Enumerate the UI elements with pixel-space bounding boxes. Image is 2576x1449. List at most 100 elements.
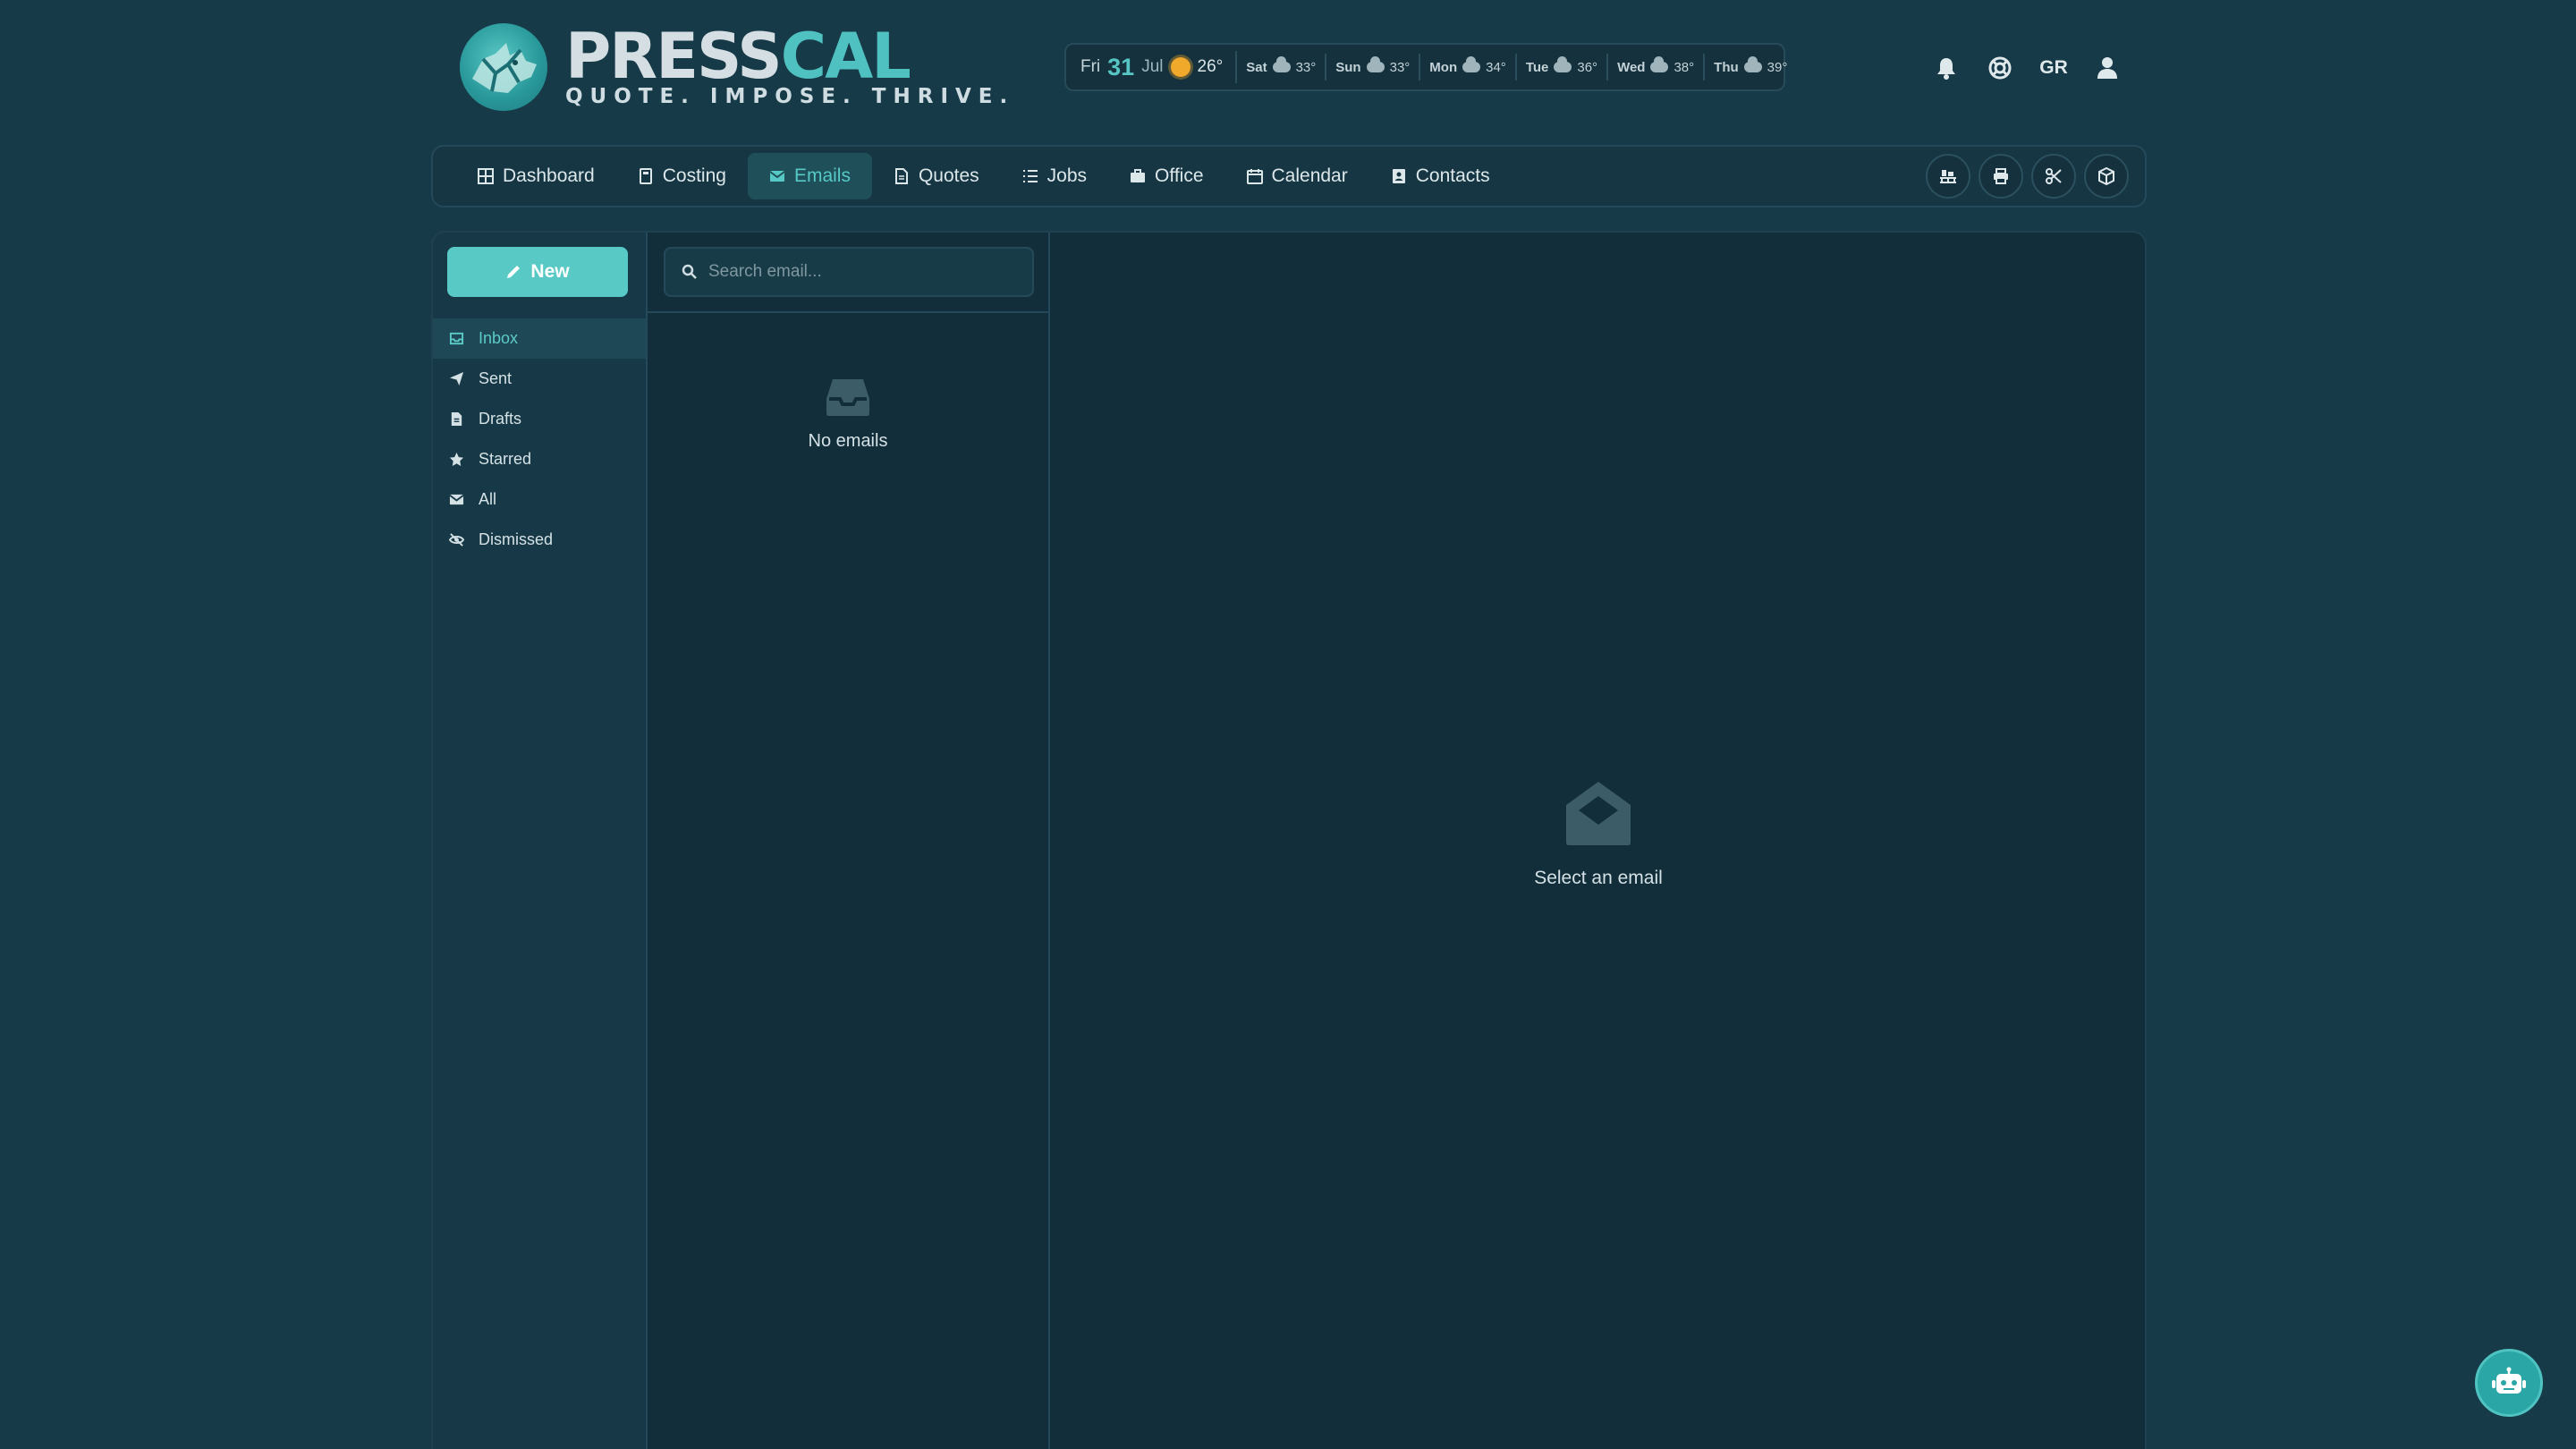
forecast-day-name: Thu bbox=[1714, 59, 1739, 75]
forecast-day-name: Mon bbox=[1429, 59, 1458, 75]
forecast-day-temp: 36° bbox=[1577, 59, 1598, 75]
folder-label: Sent bbox=[479, 369, 513, 387]
folder-drafts[interactable]: Drafts bbox=[433, 399, 646, 439]
nav-dashboard[interactable]: Dashboard bbox=[456, 153, 616, 199]
empty-list-text: No emails bbox=[808, 431, 888, 451]
nav-office[interactable]: Office bbox=[1108, 153, 1224, 199]
forecast-day-name: Sat bbox=[1246, 59, 1267, 75]
inbox-tray-icon bbox=[826, 379, 869, 416]
forecast-day-name: Wed bbox=[1617, 59, 1646, 75]
folder-sent[interactable]: Sent bbox=[433, 359, 646, 399]
inbox-icon bbox=[449, 332, 464, 345]
forecast-day: Sat 33° bbox=[1237, 54, 1327, 80]
header-actions: GR bbox=[1919, 47, 2134, 89]
search-icon bbox=[682, 264, 697, 279]
box-icon[interactable] bbox=[2084, 154, 2129, 199]
cloud-icon bbox=[1272, 56, 1291, 72]
empty-reader-state: Select an email bbox=[1052, 780, 2145, 889]
email-panel: New Inbox Sent Drafts Starred All Dismis… bbox=[431, 231, 2147, 1449]
nav-emails[interactable]: Emails bbox=[747, 153, 872, 199]
nav-contacts[interactable]: Contacts bbox=[1369, 153, 1512, 199]
cloud-icon bbox=[1743, 56, 1762, 72]
scissors-icon[interactable] bbox=[2031, 154, 2076, 199]
envelope-open-icon bbox=[1566, 782, 1631, 845]
printer-icon[interactable] bbox=[1979, 154, 2023, 199]
nav-label: Office bbox=[1155, 165, 1204, 186]
pencil-icon bbox=[507, 266, 521, 278]
address-book-icon bbox=[1392, 169, 1405, 183]
email-list-column: No emails bbox=[648, 233, 1050, 1449]
cloud-icon bbox=[1366, 56, 1385, 72]
main-nav: Dashboard Costing Emails Quotes Jobs Off… bbox=[431, 145, 2147, 208]
folder-label: All bbox=[479, 490, 497, 508]
forecast-day-temp: 39° bbox=[1767, 59, 1788, 75]
rhino-logo-icon bbox=[460, 23, 547, 111]
forecast-day-name: Tue bbox=[1525, 59, 1549, 75]
folder-all[interactable]: All bbox=[433, 479, 646, 520]
search-input[interactable] bbox=[708, 262, 1030, 282]
robot-icon bbox=[2492, 1367, 2526, 1394]
user-icon[interactable] bbox=[2080, 47, 2134, 89]
nav-label: Calendar bbox=[1271, 165, 1348, 186]
folder-list: Inbox Sent Drafts Starred All Dismissed bbox=[433, 318, 646, 560]
folder-label: Starred bbox=[479, 450, 532, 468]
new-email-label: New bbox=[530, 261, 570, 282]
folder-label: Dismissed bbox=[479, 530, 554, 548]
file-icon bbox=[894, 168, 908, 184]
envelope-icon bbox=[769, 171, 785, 182]
file-icon bbox=[451, 411, 462, 427]
nav-label: Contacts bbox=[1415, 165, 1490, 186]
forecast-day-temp: 33° bbox=[1295, 59, 1317, 75]
briefcase-icon bbox=[1131, 169, 1146, 182]
folder-dismissed[interactable]: Dismissed bbox=[433, 520, 646, 560]
brand-tagline: QUOTE. IMPOSE. THRIVE. bbox=[565, 85, 1015, 108]
cloud-icon bbox=[1554, 56, 1572, 72]
new-email-button[interactable]: New bbox=[447, 247, 628, 297]
grid-icon bbox=[478, 168, 494, 184]
forecast-day: Sun 33° bbox=[1326, 54, 1421, 80]
nav-quotes[interactable]: Quotes bbox=[872, 153, 1001, 199]
nav-calendar[interactable]: Calendar bbox=[1225, 153, 1369, 199]
cloud-icon bbox=[1462, 56, 1481, 72]
weather-today-weekday: Fri bbox=[1080, 57, 1101, 76]
calculator-icon bbox=[639, 168, 652, 184]
folder-label: Inbox bbox=[479, 329, 519, 347]
cloud-icon bbox=[1650, 56, 1669, 72]
folder-label: Drafts bbox=[479, 410, 522, 428]
nav-label: Emails bbox=[793, 165, 851, 186]
forecast-day: Wed 38° bbox=[1608, 54, 1706, 80]
nav-label: Costing bbox=[662, 165, 726, 186]
forecast-day: Thu 39° bbox=[1705, 54, 1796, 80]
nav-label: Quotes bbox=[918, 165, 979, 186]
weather-today-month: Jul bbox=[1141, 57, 1164, 76]
forecast-day-name: Sun bbox=[1335, 59, 1361, 75]
pallet-icon[interactable] bbox=[1926, 154, 1970, 199]
nav-costing[interactable]: Costing bbox=[616, 153, 748, 199]
search-box bbox=[664, 247, 1034, 297]
weather-widget[interactable]: Fri 31 Jul 26° Sat 33° Sun 33° Mon 34° Tue 3… bbox=[1064, 43, 1787, 91]
star-icon bbox=[449, 452, 464, 467]
forecast-day: Tue 36° bbox=[1517, 54, 1609, 80]
bell-icon[interactable] bbox=[1919, 47, 1973, 89]
calendar-icon bbox=[1246, 169, 1263, 184]
weather-today: Fri 31 Jul 26° bbox=[1080, 51, 1238, 83]
sun-icon bbox=[1170, 57, 1191, 77]
forecast-day: Mon 34° bbox=[1420, 54, 1517, 80]
brand-name: PRESSCAL bbox=[565, 20, 911, 93]
forecast-day-temp: 33° bbox=[1389, 59, 1411, 75]
nav-label: Jobs bbox=[1046, 165, 1088, 186]
brand-logo[interactable]: PRESSCAL QUOTE. IMPOSE. THRIVE. bbox=[460, 23, 1014, 111]
language-switcher[interactable]: GR bbox=[2027, 57, 2080, 79]
paper-plane-icon bbox=[449, 371, 464, 386]
folder-inbox[interactable]: Inbox bbox=[433, 318, 646, 359]
assistant-bot-button[interactable] bbox=[2475, 1349, 2543, 1417]
list-icon bbox=[1022, 170, 1038, 182]
eye-slash-icon bbox=[449, 533, 464, 547]
help-lifebuoy-icon[interactable] bbox=[1973, 47, 2027, 89]
folder-starred[interactable]: Starred bbox=[433, 439, 646, 479]
empty-reader-text: Select an email bbox=[1534, 868, 1663, 888]
nav-jobs[interactable]: Jobs bbox=[1001, 153, 1108, 199]
envelope-icon bbox=[449, 494, 464, 505]
forecast-day-temp: 38° bbox=[1674, 59, 1695, 75]
empty-list-state: No emails bbox=[648, 377, 1048, 452]
